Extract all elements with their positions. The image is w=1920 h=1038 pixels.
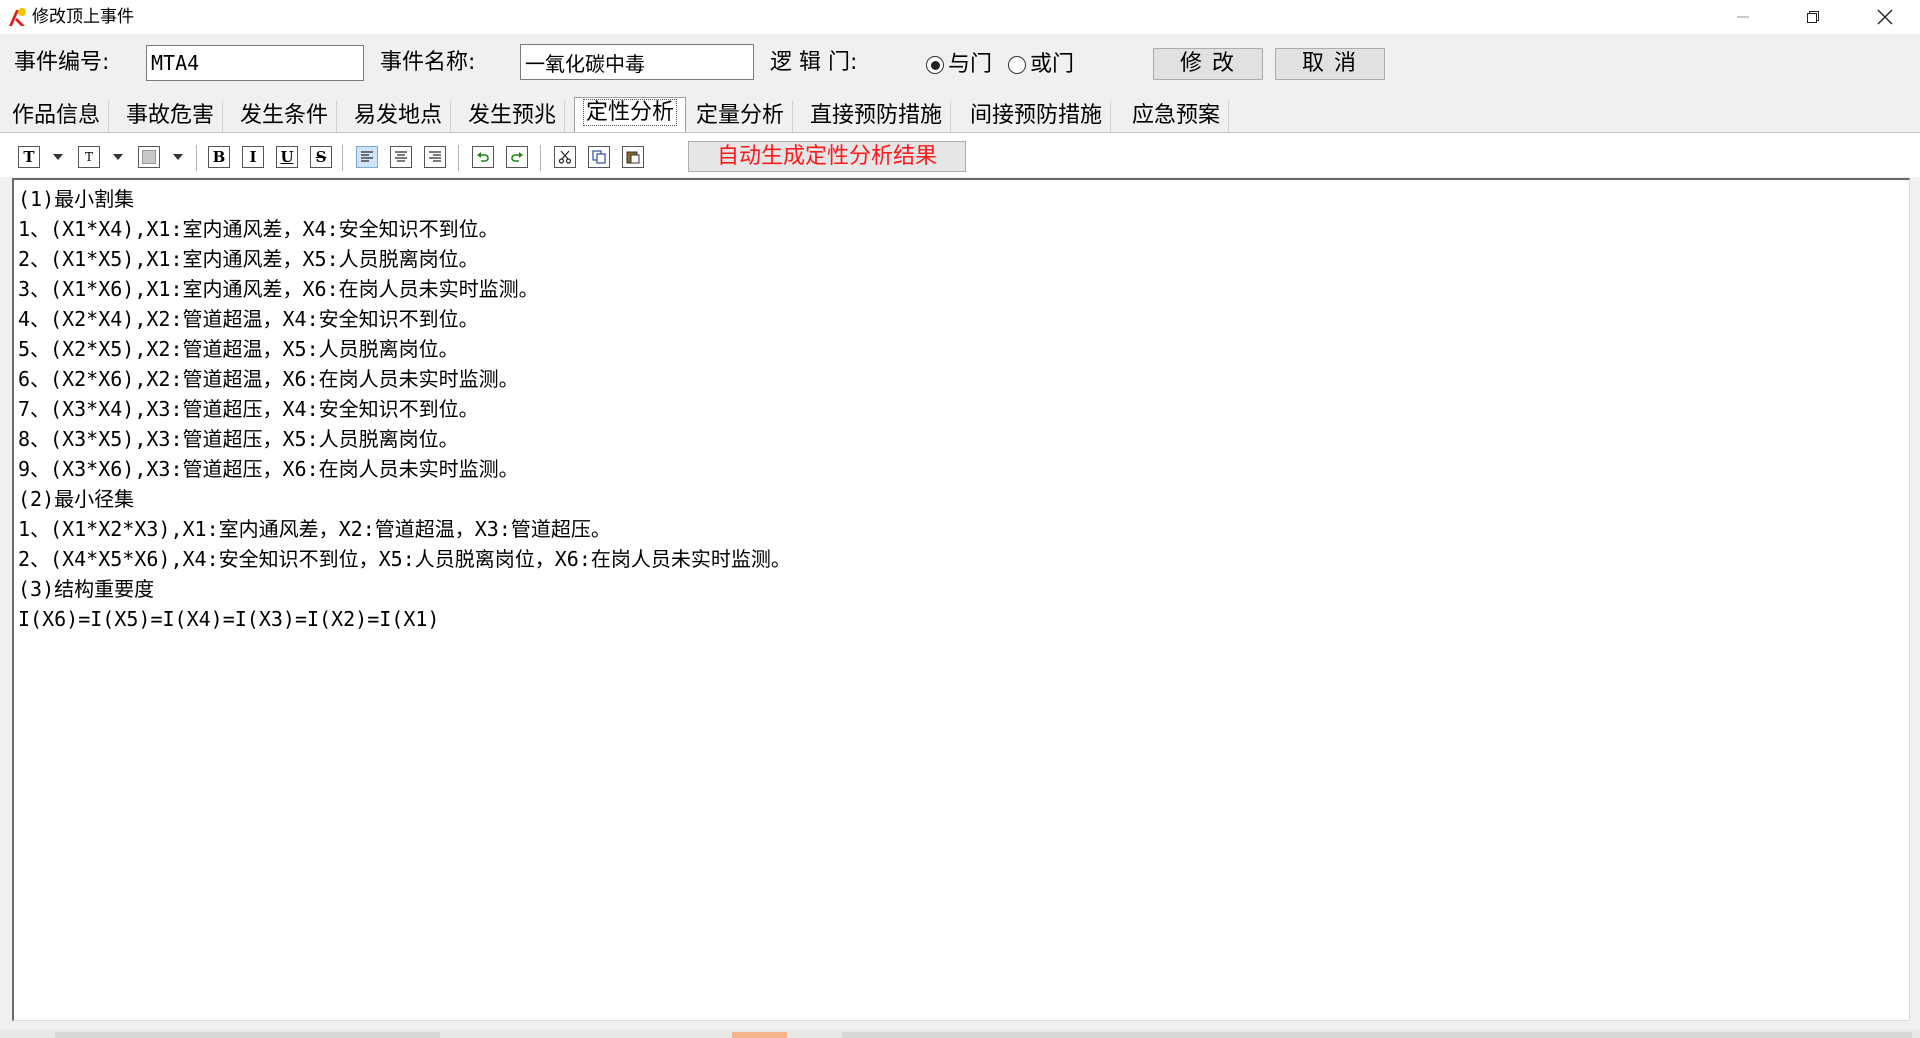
font-size-dropdown-icon[interactable] <box>113 154 123 160</box>
editor-line: I(X6)=I(X5)=I(X4)=I(X3)=I(X2)=I(X1) <box>18 607 440 631</box>
toolbar-separator <box>196 145 197 171</box>
editor-line: 9、(X3*X6),X3:管道超压，X6:在岗人员未实时监测。 <box>18 457 519 481</box>
editor-line: (2)最小径集 <box>18 487 135 511</box>
modify-button[interactable]: 修改 <box>1153 48 1263 80</box>
or-gate-label: 或门 <box>1030 52 1075 77</box>
tab-occurrence-conditions[interactable]: 发生条件 <box>232 101 338 132</box>
strikethrough-icon[interactable]: S <box>310 146 332 168</box>
font-dropdown-icon[interactable] <box>53 154 63 160</box>
status-segment <box>55 1032 440 1038</box>
background-color-icon[interactable] <box>138 146 160 168</box>
title-bar: 修改顶上事件 <box>0 0 1920 34</box>
auto-generate-analysis-button[interactable]: 自动生成定性分析结果 <box>688 141 966 172</box>
restore-icon <box>1806 10 1820 24</box>
minimize-button[interactable] <box>1708 0 1778 34</box>
tab-accident-harm[interactable]: 事故危害 <box>118 101 224 132</box>
tab-indirect-prevention[interactable]: 间接预防措施 <box>962 101 1112 132</box>
tab-quantitative-analysis[interactable]: 定量分析 <box>688 101 794 132</box>
tab-strip: 作品信息 事故危害 发生条件 易发地点 发生预兆 定性分析 定量分析 直接预防措… <box>0 97 1920 133</box>
status-indicator <box>732 1032 787 1038</box>
bottom-status-strip <box>0 1030 1920 1038</box>
tab-prone-locations[interactable]: 易发地点 <box>346 101 452 132</box>
align-center-icon[interactable] <box>390 146 412 168</box>
bold-icon[interactable]: B <box>208 146 230 168</box>
background-color-dropdown-icon[interactable] <box>173 154 183 160</box>
redo-icon[interactable] <box>506 146 528 168</box>
editor-line: 3、(X1*X6),X1:室内通风差，X6:在岗人员未实时监测。 <box>18 277 539 301</box>
editor-line: (3)结构重要度 <box>18 577 155 601</box>
editor-line: 4、(X2*X4),X2:管道超温，X4:安全知识不到位。 <box>18 307 479 331</box>
tab-warning-signs[interactable]: 发生预兆 <box>460 101 566 132</box>
editor-line: 7、(X3*X4),X3:管道超压，X4:安全知识不到位。 <box>18 397 479 421</box>
tab-direct-prevention[interactable]: 直接预防措施 <box>802 101 952 132</box>
editor-line: (1)最小割集 <box>18 187 135 211</box>
tab-qualitative-analysis[interactable]: 定性分析 <box>574 97 687 133</box>
tab-work-info[interactable]: 作品信息 <box>4 101 110 132</box>
event-id-input[interactable] <box>146 45 364 81</box>
editor-line: 1、(X1*X4),X1:室内通风差，X4:安全知识不到位。 <box>18 217 499 241</box>
toolbar-separator <box>540 145 541 171</box>
align-left-icon[interactable] <box>356 146 378 168</box>
tab-emergency-plan[interactable]: 应急预案 <box>1124 101 1230 132</box>
editor-line: 6、(X2*X6),X2:管道超温，X6:在岗人员未实时监测。 <box>18 367 519 391</box>
restore-button[interactable] <box>1778 0 1848 34</box>
font-icon[interactable]: T <box>18 146 40 168</box>
status-segment <box>842 1032 1912 1038</box>
editor-line: 2、(X1*X5),X1:室内通风差，X5:人员脱离岗位。 <box>18 247 479 271</box>
event-id-label: 事件编号: <box>14 50 110 75</box>
editor-content: (1)最小割集 1、(X1*X4),X1:室内通风差，X4:安全知识不到位。 2… <box>18 184 791 634</box>
and-gate-radio[interactable]: 与门 <box>926 50 992 80</box>
event-name-label: 事件名称: <box>380 50 476 75</box>
font-size-icon[interactable]: T <box>78 146 100 168</box>
close-icon <box>1877 9 1893 25</box>
editor-line: 1、(X1*X2*X3),X1:室内通风差，X2:管道超温，X3:管道超压。 <box>18 517 611 541</box>
event-header: 事件编号: 事件名称: 逻 辑 门: 与门 或门 修改 取消 <box>0 34 1920 94</box>
or-gate-radio[interactable]: 或门 <box>1008 50 1074 80</box>
toolbar-separator <box>458 145 459 171</box>
logic-gate-label: 逻 辑 门: <box>770 50 858 75</box>
analysis-text-editor[interactable]: (1)最小割集 1、(X1*X4),X1:室内通风差，X4:安全知识不到位。 2… <box>12 178 1910 1021</box>
toolbar-separator <box>342 145 343 171</box>
editor-line: 8、(X3*X5),X3:管道超压，X5:人员脱离岗位。 <box>18 427 459 451</box>
cut-icon[interactable] <box>554 146 576 168</box>
and-gate-label: 与门 <box>948 52 993 77</box>
editor-line: 5、(X2*X5),X2:管道超温，X5:人员脱离岗位。 <box>18 337 459 361</box>
italic-icon[interactable]: I <box>242 146 264 168</box>
radio-unselected-icon <box>1008 56 1026 74</box>
undo-icon[interactable] <box>472 146 494 168</box>
copy-icon[interactable] <box>588 146 610 168</box>
underline-icon[interactable]: U <box>276 146 298 168</box>
paste-icon[interactable] <box>622 146 644 168</box>
radio-selected-icon <box>926 56 944 74</box>
minimize-icon <box>1736 10 1750 24</box>
format-toolbar: T T B I U S 自动生成定性分析结果 <box>0 133 1920 177</box>
align-right-icon[interactable] <box>424 146 446 168</box>
window-title: 修改顶上事件 <box>32 7 134 27</box>
close-button[interactable] <box>1850 0 1920 34</box>
cancel-button[interactable]: 取消 <box>1275 48 1385 80</box>
event-name-input[interactable] <box>520 44 754 80</box>
app-logo-icon <box>6 6 28 28</box>
editor-line: 2、(X4*X5*X6),X4:安全知识不到位，X5:人员脱离岗位，X6:在岗人… <box>18 547 791 571</box>
